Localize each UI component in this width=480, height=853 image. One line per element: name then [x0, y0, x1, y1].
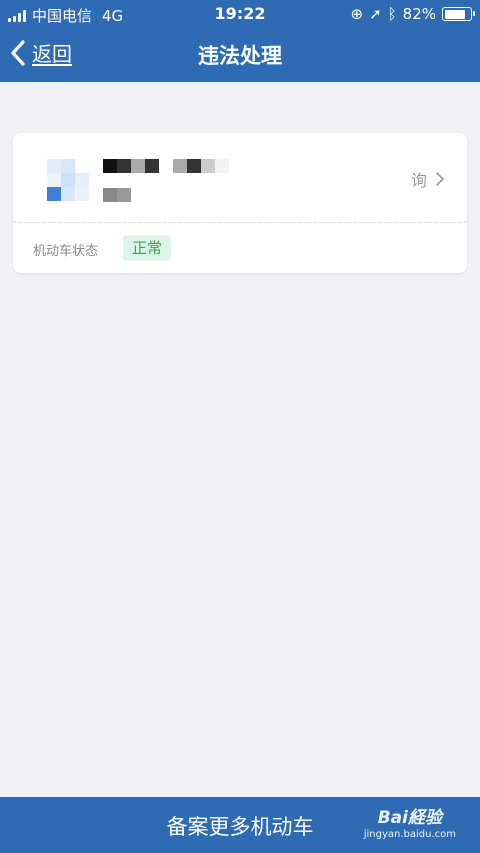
top-bar: 中国电信 4G 19:22 ⊕ ➚ ᛒ 82% 返回 违法处理 — [0, 0, 480, 82]
orientation-lock-icon: ⊕ — [350, 5, 364, 23]
bottom-bar: 备案更多机动车 Bai経验 jingyan.baidu.com — [0, 797, 480, 853]
query-label: 询 — [410, 171, 427, 190]
page-title: 违法处理 — [198, 44, 282, 68]
status-bar: 中国电信 4G 19:22 ⊕ ➚ ᛒ 82% — [0, 0, 480, 28]
query-link[interactable]: 询 — [411, 167, 445, 191]
battery-percent: 82% — [402, 5, 436, 23]
chevron-right-icon — [436, 172, 444, 186]
vehicle-subtitle-redacted — [103, 188, 131, 202]
location-icon: ➚ — [369, 5, 382, 23]
watermark-logo: Bai経验 — [377, 808, 442, 828]
status-right: ⊕ ➚ ᛒ 82% — [350, 5, 475, 23]
nav-bar: 返回 违法处理 — [0, 28, 480, 82]
vehicle-status-label: 机动车状态 — [33, 244, 99, 259]
status-badge: 正常 — [123, 235, 172, 261]
card-divider — [13, 222, 467, 223]
bluetooth-icon: ᛒ — [387, 5, 397, 23]
watermark-url: jingyan.baidu.com — [363, 829, 456, 840]
plate-number-redacted — [103, 159, 229, 173]
battery-icon — [442, 7, 475, 21]
vehicle-avatar — [47, 159, 89, 201]
vehicle-card[interactable]: 询 机动车状态 正常 — [13, 133, 467, 273]
baidu-watermark: Bai経验 jingyan.baidu.com — [364, 803, 456, 840]
